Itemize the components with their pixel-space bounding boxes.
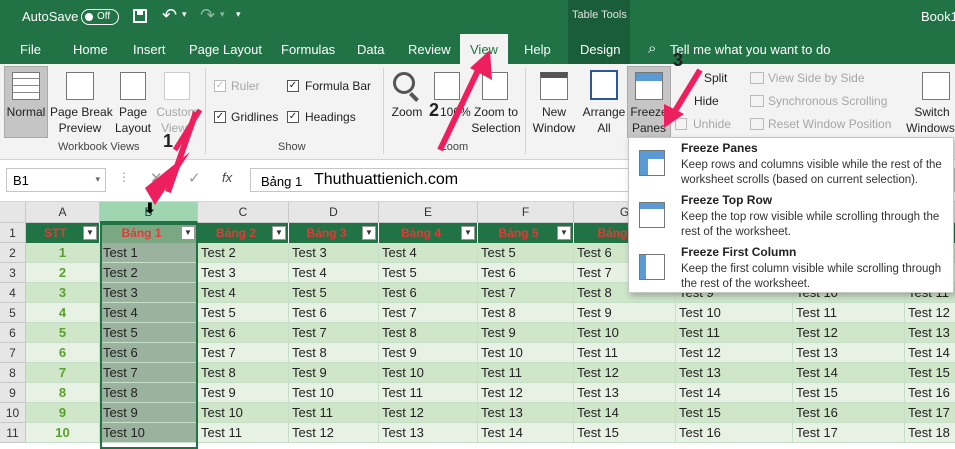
annotation-1: 1 [163, 131, 174, 151]
annotation-2: 2 [429, 100, 440, 120]
arrow-1 [145, 152, 190, 205]
arrow-2-shaft [437, 60, 485, 152]
annotation-arrows [145, 50, 703, 205]
arrow-3-shaft [669, 68, 703, 118]
arrow-1-shaft [165, 111, 199, 193]
annotation-3: 3 [673, 50, 684, 70]
